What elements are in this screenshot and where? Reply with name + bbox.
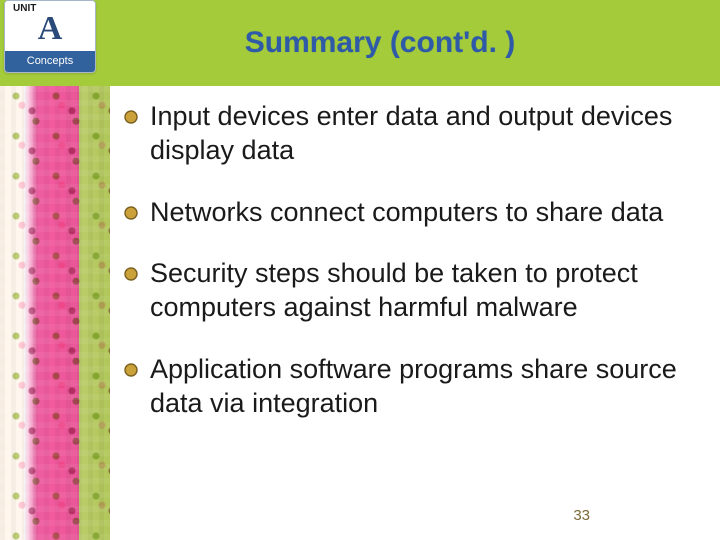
header-band: Summary (cont'd. ) [0,0,720,86]
page-number: 33 [573,507,590,524]
unit-letter: A [38,12,63,46]
unit-subtitle: Concepts [5,51,95,72]
content-area: Input devices enter data and output devi… [124,100,696,448]
list-item: Networks connect computers to share data [124,196,696,230]
bullet-icon [124,110,138,129]
bullet-text: Security steps should be taken to protec… [150,257,696,325]
side-texture-decoration [0,86,110,540]
bullet-icon [124,363,138,382]
bullet-icon [124,206,138,225]
unit-label: UNIT [13,3,36,14]
list-item: Security steps should be taken to protec… [124,257,696,325]
bullet-text: Application software programs share sour… [150,353,696,421]
unit-badge: UNIT A Concepts [4,0,96,73]
list-item: Input devices enter data and output devi… [124,100,696,168]
bullet-text: Networks connect computers to share data [150,196,663,230]
slide-title: Summary (cont'd. ) [245,26,516,60]
bullet-text: Input devices enter data and output devi… [150,100,696,168]
unit-badge-top: UNIT A [5,1,95,51]
bullet-icon [124,267,138,286]
list-item: Application software programs share sour… [124,353,696,421]
